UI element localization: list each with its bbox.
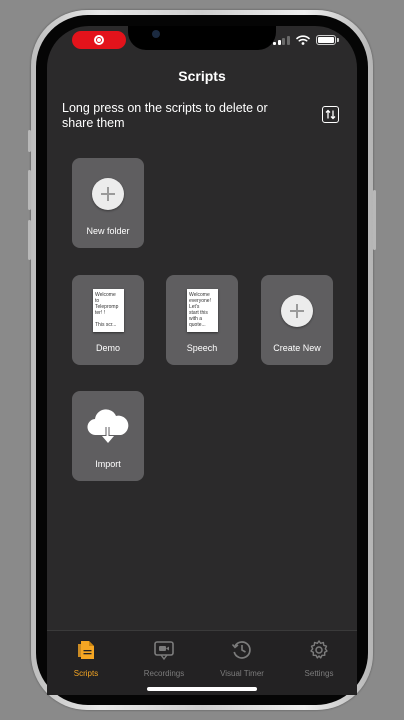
new-folder-tile[interactable]: New folder	[72, 158, 144, 248]
power-button	[373, 190, 376, 250]
script-preview-thumbnail: Welcome everyone! Let's start this with …	[187, 289, 218, 332]
tab-settings[interactable]: Settings	[284, 639, 354, 678]
status-icons	[273, 35, 339, 45]
settings-icon	[310, 640, 328, 659]
scripts-icon	[78, 641, 94, 659]
volume-up-button	[28, 170, 31, 210]
record-icon	[94, 35, 104, 45]
new-folder-label: New folder	[86, 226, 130, 236]
tab-label: Settings	[304, 669, 334, 678]
tab-label: Recordings	[143, 669, 185, 678]
cellular-signal-icon	[273, 35, 290, 45]
sort-icon	[325, 109, 336, 120]
tab-label: Scripts	[73, 669, 99, 678]
tab-recordings[interactable]: Recordings	[129, 639, 199, 678]
create-new-tile[interactable]: Create New	[261, 275, 333, 365]
notch	[128, 26, 276, 50]
create-new-label: Create New	[273, 343, 321, 353]
import-tile[interactable]: Import	[72, 391, 144, 481]
script-preview-thumbnail: Welcome to Telepromp ter! ! This scr...	[93, 289, 124, 332]
wifi-icon	[295, 35, 310, 45]
front-camera	[152, 30, 160, 38]
tab-scripts[interactable]: Scripts	[51, 639, 121, 678]
cloud-download-icon	[87, 409, 129, 443]
import-label: Import	[95, 459, 121, 469]
script-title: Demo	[95, 343, 120, 353]
script-title: Speech	[186, 343, 218, 353]
script-tile-demo[interactable]: Welcome to Telepromp ter! ! This scr... …	[72, 275, 144, 365]
visual-timer-icon	[231, 641, 251, 659]
volume-down-button	[28, 220, 31, 260]
screen-recording-indicator[interactable]	[72, 31, 126, 49]
tab-visual-timer[interactable]: Visual Timer	[207, 639, 277, 678]
home-indicator[interactable]	[147, 687, 257, 691]
hint-text: Long press on the scripts to delete or s…	[62, 101, 268, 130]
battery-icon	[315, 35, 339, 45]
sort-button[interactable]	[322, 106, 339, 123]
script-tile-speech[interactable]: Welcome everyone! Let's start this with …	[166, 275, 238, 365]
page-title: Scripts	[178, 68, 226, 84]
mute-switch	[28, 130, 31, 152]
recordings-icon	[154, 641, 174, 661]
tab-bar: Scripts Recordings Visual Timer Settings	[47, 630, 357, 695]
plus-icon	[281, 295, 313, 327]
plus-icon	[92, 178, 124, 210]
tab-label: Visual Timer	[220, 669, 264, 678]
